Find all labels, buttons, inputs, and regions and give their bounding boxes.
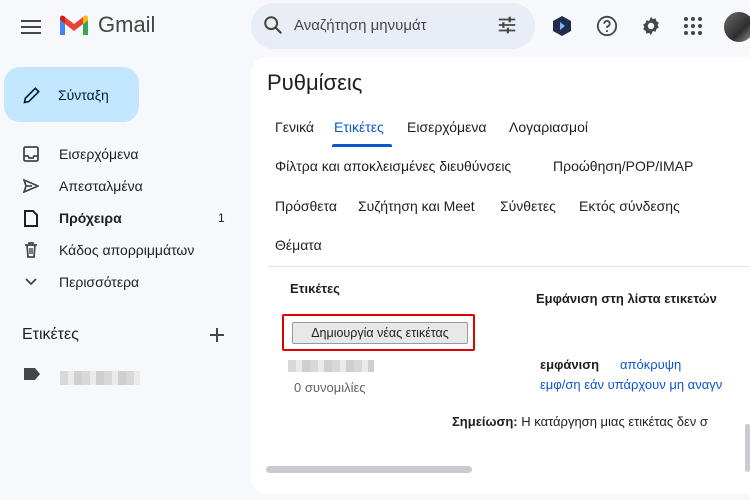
label-tag-icon bbox=[24, 368, 40, 380]
search-options-icon[interactable] bbox=[496, 14, 518, 36]
labels-section-title: Ετικέτες bbox=[290, 281, 340, 296]
gmail-m-icon bbox=[60, 15, 88, 35]
note-text: Η κατάργηση μιας ετικέτας δεν σ bbox=[517, 414, 708, 429]
removal-note: Σημείωση: Η κατάργηση μιας ετικέτας δεν … bbox=[452, 414, 708, 429]
add-label-icon[interactable] bbox=[208, 326, 226, 344]
unread-count: 1 bbox=[218, 211, 225, 225]
gemini-extension-button[interactable] bbox=[550, 14, 574, 38]
help-icon bbox=[596, 15, 618, 37]
redacted-label-name[interactable] bbox=[60, 371, 140, 385]
sidebar-item-more[interactable]: Περισσότερα bbox=[0, 266, 245, 298]
support-button[interactable] bbox=[595, 14, 619, 38]
main-menu-button[interactable] bbox=[18, 14, 44, 40]
account-avatar[interactable] bbox=[724, 12, 750, 42]
note-label: Σημείωση: bbox=[452, 414, 518, 429]
draft-icon bbox=[24, 209, 38, 227]
tab-themes[interactable]: Θέματα bbox=[275, 237, 322, 253]
show-option-current: εμφάνιση bbox=[540, 357, 600, 372]
chevron-down-icon bbox=[25, 278, 37, 286]
pencil-icon bbox=[23, 86, 40, 104]
page-title: Ρυθμίσεις bbox=[267, 70, 363, 95]
vertical-scrollbar[interactable] bbox=[745, 424, 750, 472]
tab-accounts[interactable]: Λογαριασμοί bbox=[509, 119, 588, 135]
compose-label: Σύνταξη bbox=[58, 86, 109, 103]
compose-button[interactable]: Σύνταξη bbox=[4, 67, 139, 122]
active-tab-indicator bbox=[332, 144, 392, 147]
sidebar-item-sent[interactable]: Απεσταλμένα bbox=[0, 170, 245, 202]
redacted-user-label bbox=[288, 360, 374, 372]
hamburger-icon bbox=[21, 20, 41, 34]
sidebar-item-label: Εισερχόμενα bbox=[59, 146, 139, 162]
inbox-icon bbox=[23, 146, 39, 162]
sidebar-item-label: Απεσταλμένα bbox=[59, 178, 143, 194]
tab-inbox[interactable]: Εισερχόμενα bbox=[407, 119, 486, 135]
sidebar-item-label: Περισσότερα bbox=[59, 274, 140, 290]
sidebar-item-inbox[interactable]: Εισερχόμενα bbox=[0, 138, 245, 170]
tab-general[interactable]: Γενικά bbox=[275, 119, 314, 135]
trash-icon bbox=[25, 242, 37, 258]
labels-heading: Ετικέτες bbox=[22, 326, 79, 343]
tab-offline[interactable]: Εκτός σύνδεσης bbox=[579, 198, 680, 214]
sidebar-item-drafts[interactable]: Πρόχειρα 1 bbox=[0, 202, 245, 234]
hexagon-extension-icon bbox=[553, 16, 571, 36]
send-icon bbox=[23, 179, 39, 193]
tab-advanced[interactable]: Σύνθετες bbox=[500, 198, 556, 214]
sidebar-item-label: Πρόχειρα bbox=[59, 210, 122, 226]
hide-link[interactable]: απόκρυψη bbox=[620, 357, 681, 372]
gear-icon bbox=[643, 16, 659, 36]
app-name: Gmail bbox=[98, 12, 156, 37]
tab-addons[interactable]: Πρόσθετα bbox=[275, 198, 337, 214]
show-if-unread-link[interactable]: εμφ/ση εάν υπάρχουν μη αναγν bbox=[540, 377, 722, 392]
tabs-divider bbox=[268, 266, 750, 267]
tab-labels[interactable]: Ετικέτες bbox=[334, 119, 384, 135]
tab-forwarding[interactable]: Προώθηση/POP/IMAP bbox=[553, 158, 693, 174]
sidebar-item-label: Κάδος απορριμμάτων bbox=[59, 242, 195, 258]
create-new-label-button[interactable]: Δημιουργία νέας ετικέτας bbox=[292, 322, 468, 344]
gmail-logo[interactable]: Gmail bbox=[58, 12, 155, 38]
apps-button[interactable] bbox=[681, 14, 705, 38]
search-input[interactable] bbox=[294, 14, 444, 36]
tab-chat-meet[interactable]: Συζήτηση και Meet bbox=[358, 198, 475, 214]
show-in-label-list-header: Εμφάνιση στη λίστα ετικετών bbox=[536, 291, 717, 306]
settings-button[interactable] bbox=[639, 14, 663, 38]
sidebar-item-trash[interactable]: Κάδος απορριμμάτων bbox=[0, 234, 245, 266]
tab-filters[interactable]: Φίλτρα και αποκλεισμένες διευθύνσεις bbox=[275, 158, 511, 174]
search-icon[interactable] bbox=[262, 14, 284, 36]
horizontal-scrollbar[interactable] bbox=[266, 466, 472, 473]
apps-grid-icon bbox=[684, 17, 702, 35]
conversation-count: 0 συνομιλίες bbox=[294, 380, 366, 395]
